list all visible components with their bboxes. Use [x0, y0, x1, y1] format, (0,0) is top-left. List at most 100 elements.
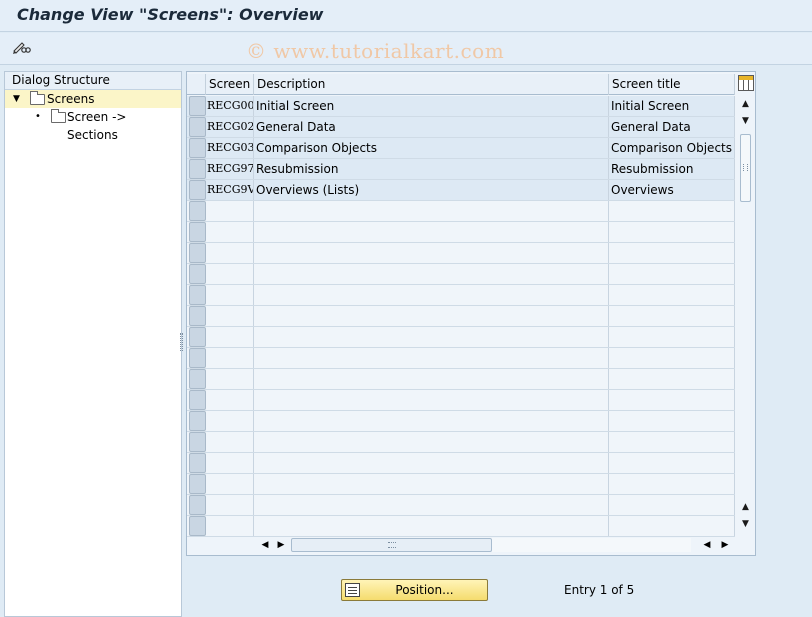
horizontal-scrollbar[interactable]: ◀ ▶ ◀ ▶	[257, 537, 735, 553]
cell-screen-title[interactable]: Comparison Objects	[609, 138, 735, 158]
cell-screen-title[interactable]	[609, 369, 735, 389]
cell-description[interactable]	[254, 390, 609, 410]
cell-screen-title[interactable]	[609, 285, 735, 305]
cell-screen-title[interactable]	[609, 222, 735, 242]
cell-description[interactable]	[254, 306, 609, 326]
cell-screen[interactable]	[206, 369, 254, 389]
cell-description[interactable]: Comparison Objects	[254, 138, 609, 158]
tree-item-screens[interactable]: ▼ Screens	[5, 90, 181, 108]
cell-screen[interactable]	[206, 348, 254, 368]
table-row-empty[interactable]	[187, 369, 735, 390]
scroll-left-icon[interactable]: ◀	[257, 537, 273, 553]
row-selector[interactable]	[189, 96, 206, 116]
table-row-empty[interactable]	[187, 348, 735, 369]
cell-screen-title[interactable]	[609, 243, 735, 263]
row-selector[interactable]	[189, 285, 206, 305]
row-selector[interactable]	[189, 474, 206, 494]
table-row-empty[interactable]	[187, 327, 735, 348]
cell-description[interactable]	[254, 453, 609, 473]
horizontal-scroll-thumb[interactable]	[291, 538, 492, 552]
tree-item-screen-sections[interactable]: • Screen -> Sections	[5, 108, 181, 142]
table-row-empty[interactable]	[187, 432, 735, 453]
table-row-empty[interactable]	[187, 201, 735, 222]
cell-screen[interactable]	[206, 243, 254, 263]
cell-screen[interactable]	[206, 453, 254, 473]
row-selector[interactable]	[189, 264, 206, 284]
row-selector[interactable]	[189, 180, 206, 200]
scroll-down-icon[interactable]: ▼	[737, 113, 754, 129]
cell-description[interactable]	[254, 369, 609, 389]
table-row-empty[interactable]	[187, 453, 735, 474]
table-row[interactable]: RECG97 Resubmission Resubmission	[187, 159, 735, 180]
cell-screen[interactable]	[206, 264, 254, 284]
cell-screen-title[interactable]: Initial Screen	[609, 96, 735, 116]
cell-screen[interactable]	[206, 474, 254, 494]
cell-screen-title[interactable]	[609, 327, 735, 347]
cell-description[interactable]	[254, 432, 609, 452]
row-selector[interactable]	[189, 390, 206, 410]
cell-description[interactable]: Overviews (Lists)	[254, 180, 609, 200]
cell-screen-title[interactable]	[609, 495, 735, 515]
cell-description[interactable]: Resubmission	[254, 159, 609, 179]
cell-screen-title[interactable]	[609, 453, 735, 473]
row-selector[interactable]	[189, 495, 206, 515]
cell-screen[interactable]	[206, 285, 254, 305]
vertical-scroll-thumb[interactable]	[740, 134, 751, 202]
table-row[interactable]: RECG9V Overviews (Lists) Overviews	[187, 180, 735, 201]
table-row-empty[interactable]	[187, 390, 735, 411]
cell-screen-title[interactable]	[609, 390, 735, 410]
cell-screen-title[interactable]: Overviews	[609, 180, 735, 200]
cell-screen-title[interactable]: General Data	[609, 117, 735, 137]
table-row-empty[interactable]	[187, 285, 735, 306]
cell-description[interactable]	[254, 201, 609, 221]
table-row-empty[interactable]	[187, 516, 735, 537]
edit-glasses-icon[interactable]	[11, 39, 31, 57]
table-row-empty[interactable]	[187, 474, 735, 495]
cell-screen[interactable]	[206, 432, 254, 452]
cell-screen[interactable]	[206, 390, 254, 410]
cell-screen[interactable]	[206, 306, 254, 326]
position-button[interactable]: Position...	[341, 579, 488, 601]
row-selector[interactable]	[189, 306, 206, 326]
vertical-scrollbar[interactable]: ▲ ▼ ▲ ▼	[737, 96, 754, 532]
cell-screen[interactable]: RECG97	[206, 159, 254, 179]
cell-screen[interactable]: RECG9V	[206, 180, 254, 200]
cell-description[interactable]	[254, 348, 609, 368]
cell-screen-title[interactable]	[609, 348, 735, 368]
cell-description[interactable]	[254, 285, 609, 305]
cell-screen[interactable]	[206, 222, 254, 242]
scroll-page-down-icon[interactable]: ▼	[737, 516, 754, 532]
cell-screen[interactable]	[206, 327, 254, 347]
cell-screen-title[interactable]	[609, 432, 735, 452]
table-row-empty[interactable]	[187, 243, 735, 264]
row-selector[interactable]	[189, 159, 206, 179]
column-header-description[interactable]: Description	[254, 74, 609, 95]
row-selector[interactable]	[189, 516, 206, 536]
cell-screen[interactable]: RECG00	[206, 96, 254, 116]
row-selector[interactable]	[189, 222, 206, 242]
pane-splitter[interactable]	[180, 333, 183, 351]
row-selector[interactable]	[189, 327, 206, 347]
row-selector[interactable]	[189, 138, 206, 158]
table-row-empty[interactable]	[187, 222, 735, 243]
scroll-right-icon[interactable]: ▶	[273, 537, 289, 553]
table-row[interactable]: RECG03 Comparison Objects Comparison Objec…	[187, 138, 735, 159]
scroll-up-icon[interactable]: ▲	[737, 96, 754, 112]
cell-screen-title[interactable]	[609, 264, 735, 284]
row-selector[interactable]	[189, 348, 206, 368]
table-row-empty[interactable]	[187, 495, 735, 516]
row-selector[interactable]	[189, 432, 206, 452]
cell-screen-title[interactable]	[609, 516, 735, 536]
cell-description[interactable]	[254, 327, 609, 347]
table-row-empty[interactable]	[187, 306, 735, 327]
table-row[interactable]: RECG02 General Data General Data	[187, 117, 735, 138]
cell-description[interactable]	[254, 474, 609, 494]
select-all-header[interactable]	[187, 74, 206, 95]
cell-screen[interactable]	[206, 495, 254, 515]
column-settings-icon[interactable]	[738, 75, 754, 91]
scroll-page-up-icon[interactable]: ▲	[737, 499, 754, 515]
cell-description[interactable]	[254, 516, 609, 536]
row-selector[interactable]	[189, 369, 206, 389]
expand-arrow-icon[interactable]: ▼	[13, 90, 20, 108]
cell-screen-title[interactable]: Resubmission	[609, 159, 735, 179]
